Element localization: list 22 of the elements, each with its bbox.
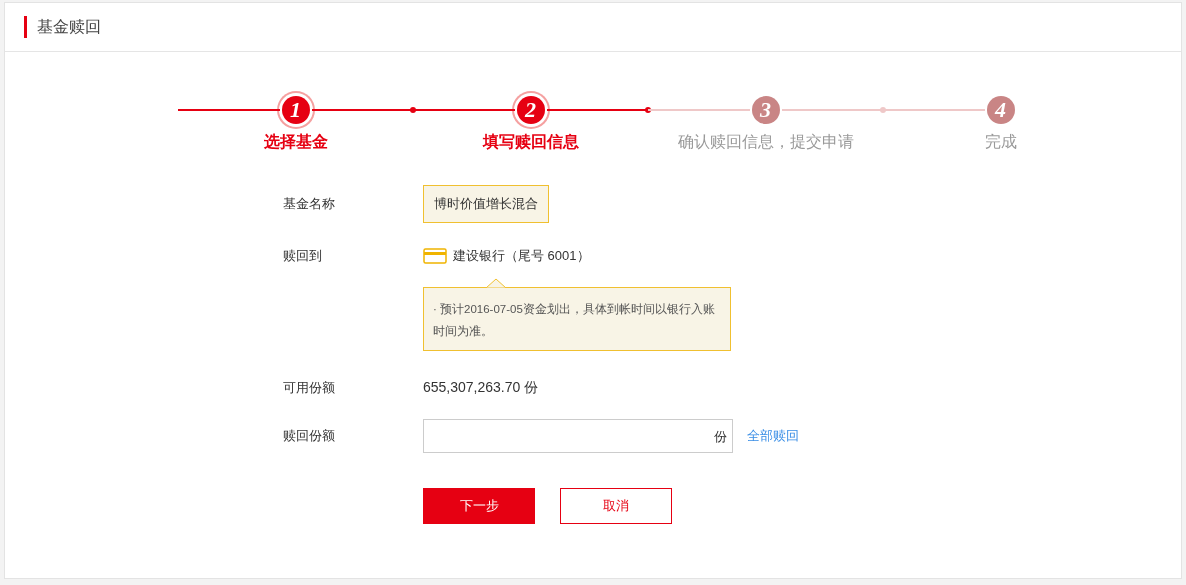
fund-name-tag: 博时价值增长混合: [423, 185, 549, 223]
next-button[interactable]: 下一步: [423, 488, 535, 524]
bank-account: 建设银行（尾号 6001）: [453, 247, 590, 265]
field-label: 赎回到: [283, 247, 323, 265]
redeem-all-link[interactable]: 全部赎回: [747, 427, 799, 445]
step-label: 填写赎回信息: [482, 132, 579, 152]
unit-label: 份: [714, 428, 727, 446]
tooltip-pointer: [486, 278, 506, 288]
step-label: 选择基金: [263, 132, 328, 152]
step-label: 确认赎回信息，提交申请: [677, 132, 854, 152]
step-label: 完成: [984, 132, 1017, 152]
field-label: 基金名称: [283, 195, 336, 213]
step-number: 3: [751, 96, 780, 124]
cancel-button[interactable]: 取消: [560, 488, 672, 524]
bank-card-icon: [423, 248, 447, 264]
step-number: 4: [986, 96, 1015, 124]
field-label: 可用份额: [283, 379, 336, 397]
notice-tooltip: · 预计2016-07-05资金划出，具体到帐时间以银行入账时间为准。: [423, 287, 731, 351]
field-label: 赎回份额: [283, 427, 336, 445]
page-title: 基金赎回: [37, 16, 101, 37]
available-shares: 655,307,263.70 份: [423, 379, 539, 397]
amount-field[interactable]: [423, 419, 733, 453]
